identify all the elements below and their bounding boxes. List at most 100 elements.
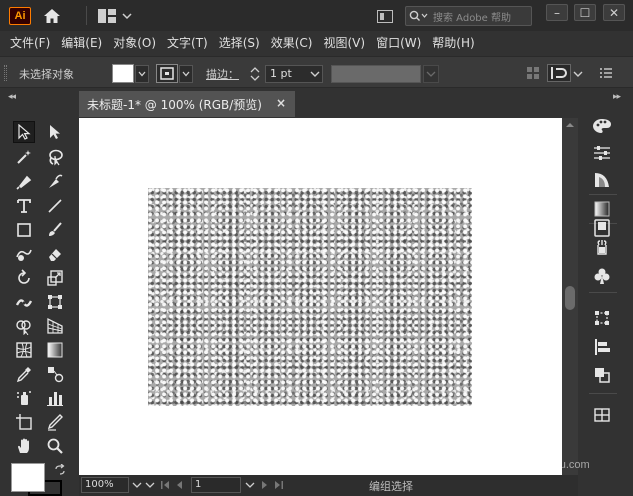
perspective-grid-icon[interactable] [44,315,66,337]
scroll-up-icon[interactable] [566,122,574,128]
baidu-watermark: Bai jingyan.baidu.com [481,427,601,475]
rotate-view-dropdown-icon[interactable] [145,481,155,489]
menu-edit[interactable]: 编辑(E) [61,34,102,51]
fill-dropdown[interactable] [135,65,149,83]
magic-wand-icon[interactable] [13,146,35,168]
zoom-icon[interactable] [44,435,66,457]
menu-view[interactable]: 视图(V) [323,34,365,51]
stroke-weight-field[interactable]: 1 pt [265,65,323,83]
document-tab[interactable]: 未标题-1* @ 100% (RGB/预览) × [79,91,295,117]
canvas-area[interactable] [79,118,562,475]
grid-options-icon[interactable] [526,66,540,80]
menu-help[interactable]: 帮助(H) [432,34,474,51]
fill-color-swatch[interactable] [112,64,134,83]
chevron-down-icon[interactable] [573,68,587,82]
menu-type[interactable]: 文字(T) [167,34,208,51]
blend-icon[interactable] [44,363,66,385]
slice-icon[interactable] [44,411,66,433]
arrange-documents-icon[interactable] [377,10,393,23]
chevron-down-icon[interactable] [122,10,132,20]
direct-selection-tool-icon[interactable] [44,121,66,143]
lasso-icon[interactable] [44,146,66,168]
width-icon[interactable] [13,291,35,313]
last-artboard-icon[interactable] [275,480,283,490]
mesh-icon[interactable] [13,339,35,361]
color-guide-icon[interactable] [591,169,613,191]
stroke-label[interactable]: 描边： [206,66,239,82]
shaper-icon[interactable] [13,243,35,265]
first-artboard-icon[interactable] [161,480,169,490]
libraries-panel-icon[interactable] [591,212,613,237]
status-text: 编组选择 [369,480,413,493]
workspace-layout-icon[interactable] [98,9,116,23]
stroke-stepper[interactable] [249,65,261,83]
column-graph-icon[interactable] [44,387,66,409]
collapse-panels-icon[interactable]: ▸▸ [613,92,621,102]
artboard-icon[interactable] [13,411,35,433]
variable-width-profile[interactable] [331,65,421,83]
tools-panel: ◂◂ [0,88,78,496]
menu-bar: 文件(F) 编辑(E) 对象(O) 文字(T) 选择(S) 效果(C) 视图(V… [0,31,633,53]
previous-artboard-icon[interactable] [175,480,183,490]
panel-grip[interactable] [4,65,7,81]
zoom-level-field[interactable]: 100% [81,477,129,493]
artboard-dropdown-icon[interactable] [245,481,255,489]
menu-effect[interactable]: 效果(C) [271,34,313,51]
menu-file[interactable]: 文件(F) [10,34,50,51]
eyedropper-icon[interactable] [13,363,35,385]
artboard[interactable] [79,118,562,475]
close-tab-button[interactable]: × [276,96,286,110]
rotate-icon[interactable] [13,267,35,289]
chevron-down-icon[interactable] [423,65,439,83]
minimize-button[interactable]: – [546,4,568,21]
hand-icon[interactable] [13,435,35,457]
document-tab-title: 未标题-1* @ 100% (RGB/预览) [87,97,262,112]
stroke-color-swatch[interactable] [156,64,178,83]
next-artboard-icon[interactable] [261,480,269,490]
scale-icon[interactable] [44,267,66,289]
free-transform-icon[interactable] [44,291,66,313]
menu-window[interactable]: 窗口(W) [376,34,421,51]
symbols-icon[interactable] [591,237,613,259]
selection-tool-icon[interactable] [13,121,35,143]
shape-builder-icon[interactable] [13,315,35,337]
align-icon[interactable] [591,336,613,358]
stroke-dropdown[interactable] [179,65,193,83]
color-icon[interactable] [591,115,613,137]
rectangle-icon[interactable] [13,219,35,241]
panel-menu-icon[interactable] [599,66,613,80]
paintbrush-icon[interactable] [44,219,66,241]
swap-fill-stroke-icon[interactable] [54,463,66,476]
collapse-toolbar-icon[interactable]: ◂◂ [8,92,16,102]
title-separator [86,6,87,25]
align-to-icon[interactable] [547,64,571,82]
transform-icon[interactable] [591,307,613,329]
search-help-field[interactable]: 搜索 Adobe 帮助 [405,6,532,26]
menu-object[interactable]: 对象(O) [113,34,156,51]
textured-rectangle[interactable] [148,188,472,406]
vertical-scroll-thumb[interactable] [565,286,575,310]
close-button[interactable]: ✕ [603,4,625,21]
artboard-number-field[interactable]: 1 [191,477,241,493]
app-logo: Ai [9,7,31,25]
pathfinder-icon[interactable] [591,364,613,386]
clubs-icon[interactable] [591,265,613,287]
eraser-icon[interactable] [44,243,66,265]
layers-icon[interactable] [591,404,613,426]
type-icon[interactable] [13,195,35,217]
panel-separator [589,292,617,293]
curvature-icon[interactable] [44,171,66,193]
maximize-button[interactable]: ☐ [574,4,596,21]
gradient-icon[interactable] [44,339,66,361]
menu-select[interactable]: 选择(S) [219,34,260,51]
home-icon[interactable] [42,7,62,25]
illustrator-window: Ai 搜索 Adobe 帮助 – ☐ ✕ 文件(F) 编辑(E) 对象(O) 文… [0,0,633,496]
symbol-sprayer-icon[interactable] [13,387,35,409]
pen-icon[interactable] [13,171,35,193]
properties-icon[interactable] [591,142,613,164]
zoom-dropdown-icon[interactable] [132,481,142,489]
vertical-scrollbar[interactable] [562,118,578,475]
line-icon[interactable] [44,195,66,217]
fill-swatch[interactable] [11,463,45,492]
panel-separator [589,194,617,195]
